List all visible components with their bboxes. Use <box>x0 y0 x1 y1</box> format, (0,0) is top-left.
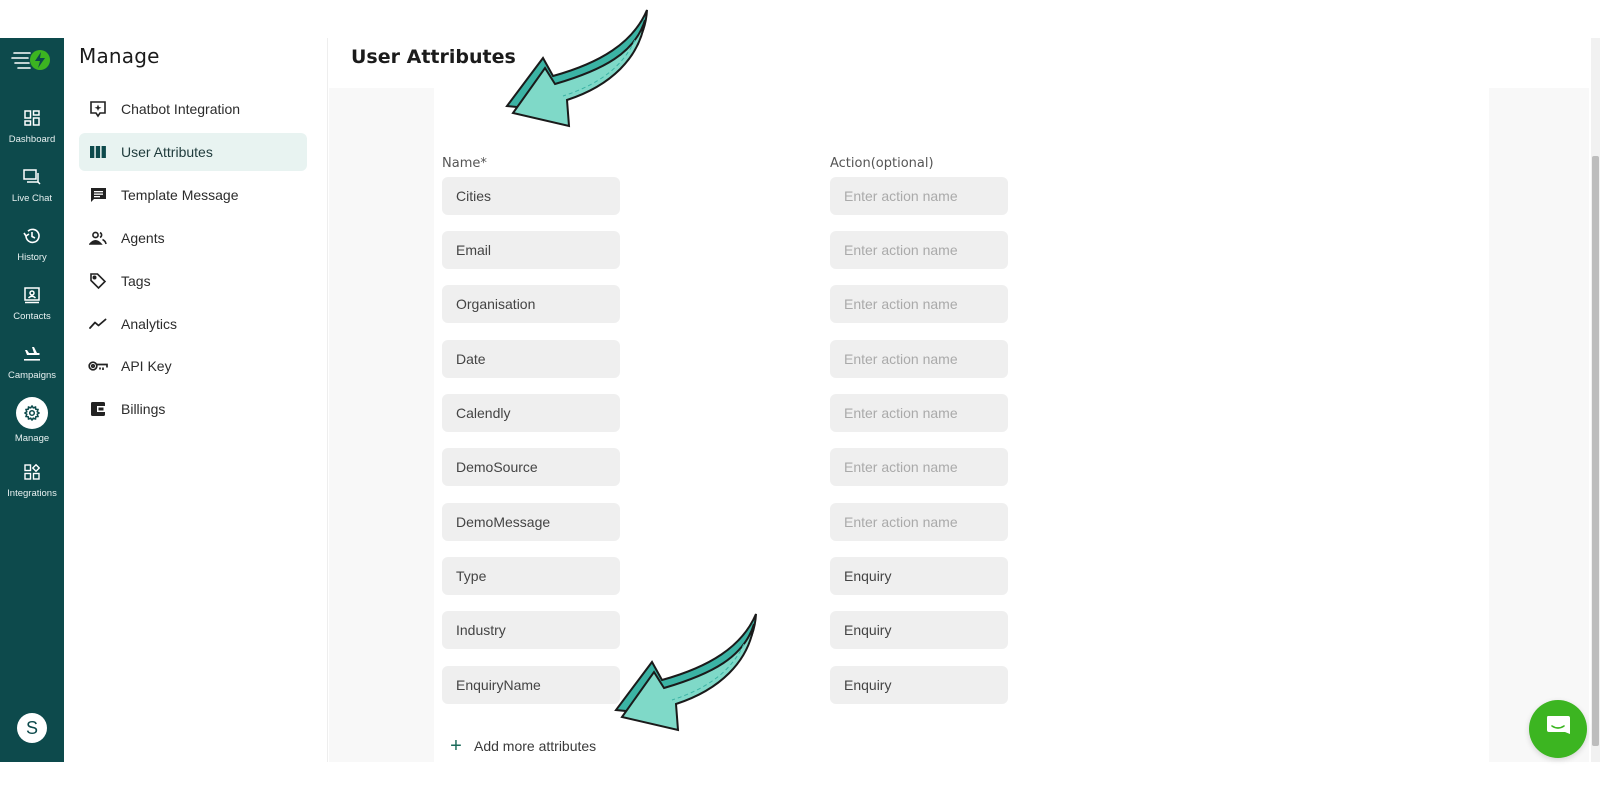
integrations-icon <box>22 462 42 482</box>
dashboard-icon <box>22 108 42 128</box>
attribute-name-input[interactable] <box>442 448 620 486</box>
message-icon <box>88 185 108 205</box>
analytics-icon <box>88 314 108 334</box>
sidebar-item-label: Agents <box>121 230 165 246</box>
rail-item-label: Integrations <box>7 488 57 499</box>
action-column-label: Action(optional) <box>830 156 934 171</box>
attribute-name-input[interactable] <box>442 611 620 649</box>
sidebar-item-tags[interactable]: Tags <box>79 262 307 300</box>
rail-item-label: History <box>17 252 47 263</box>
attribute-action-input[interactable] <box>830 340 1008 378</box>
sidebar-item-api-key[interactable]: API Key <box>79 347 307 385</box>
attribute-action-input[interactable] <box>830 231 1008 269</box>
scrollbar-thumb[interactable] <box>1592 156 1599 746</box>
attribute-action-input[interactable] <box>830 666 1008 704</box>
attribute-name-input[interactable] <box>442 177 620 215</box>
attribute-name-input[interactable] <box>442 503 620 541</box>
rail-item-history[interactable]: History <box>0 222 64 272</box>
columns-icon <box>88 142 108 162</box>
avatar[interactable]: S <box>17 713 47 743</box>
main-content: User Attributes Name* Action(optional) C… <box>329 38 1600 762</box>
attribute-name-input[interactable] <box>442 666 620 704</box>
add-more-attributes-button[interactable]: + Add more attributes <box>448 735 597 757</box>
manage-sidebar: Manage Chatbot Integration User Attribut… <box>64 38 328 762</box>
attribute-name-input[interactable] <box>442 231 620 269</box>
sidebar-item-label: API Key <box>121 358 172 374</box>
attribute-action-input[interactable] <box>830 285 1008 323</box>
rail-item-integrations[interactable]: Integrations <box>0 458 64 508</box>
page-title: User Attributes <box>351 46 516 68</box>
attribute-action-input[interactable] <box>830 503 1008 541</box>
attribute-action-input[interactable] <box>830 611 1008 649</box>
agents-icon <box>88 228 108 248</box>
sidebar-item-label: Billings <box>121 401 166 417</box>
sidebar-item-label: Chatbot Integration <box>121 101 241 117</box>
attribute-action-input[interactable] <box>830 557 1008 595</box>
icon-rail: Dashboard Live Chat History Contacts Cam <box>0 38 64 762</box>
gear-icon <box>16 397 48 429</box>
sidebar-item-chatbot-integration[interactable]: Chatbot Integration <box>79 90 307 128</box>
sidebar-item-label: Template Message <box>121 187 239 203</box>
plus-icon: + <box>450 735 462 757</box>
sidebar-item-label: Analytics <box>121 316 178 332</box>
chat-bubble-icon <box>1545 714 1571 745</box>
sidebar-item-analytics[interactable]: Analytics <box>79 305 307 343</box>
sidebar-item-agents[interactable]: Agents <box>79 219 307 257</box>
rail-item-label: Campaigns <box>7 370 57 381</box>
live-chat-icon <box>22 167 42 187</box>
rail-item-label: Live Chat <box>11 193 53 204</box>
rail-item-campaigns[interactable]: Campaigns <box>0 340 64 390</box>
sidebar-item-billings[interactable]: Billings <box>79 390 307 428</box>
add-more-attributes-label: Add more attributes <box>474 738 597 754</box>
attribute-action-input[interactable] <box>830 177 1008 215</box>
attribute-name-input[interactable] <box>442 394 620 432</box>
attribute-action-input[interactable] <box>830 394 1008 432</box>
sidebar-item-label: Tags <box>121 273 151 289</box>
rail-item-dashboard[interactable]: Dashboard <box>0 104 64 154</box>
contacts-icon <box>22 285 42 305</box>
rail-item-label: Contacts <box>13 311 51 322</box>
chatbot-icon <box>88 99 108 119</box>
sidebar-title: Manage <box>79 44 160 68</box>
campaigns-icon <box>22 344 42 364</box>
chat-widget-button[interactable] <box>1529 700 1587 758</box>
rail-item-label: Manage <box>14 433 50 444</box>
name-column-label: Name* <box>442 156 487 171</box>
attribute-action-input[interactable] <box>830 448 1008 486</box>
tag-icon <box>88 271 108 291</box>
key-icon <box>88 356 108 376</box>
attribute-name-input[interactable] <box>442 557 620 595</box>
sidebar-item-label: User Attributes <box>121 144 213 160</box>
app: Dashboard Live Chat History Contacts Cam <box>0 38 1600 762</box>
history-icon <box>22 226 42 246</box>
rail-item-manage[interactable]: Manage <box>0 397 64 449</box>
attributes-form: Name* Action(optional) + <box>434 88 1489 762</box>
wallet-icon <box>88 399 108 419</box>
brand-logo-icon[interactable] <box>10 48 54 72</box>
attribute-name-input[interactable] <box>442 285 620 323</box>
sidebar-item-user-attributes[interactable]: User Attributes <box>79 133 307 171</box>
rail-item-contacts[interactable]: Contacts <box>0 281 64 331</box>
rail-item-label: Dashboard <box>8 134 56 145</box>
attribute-name-input[interactable] <box>442 340 620 378</box>
sidebar-item-template-message[interactable]: Template Message <box>79 176 307 214</box>
rail-item-live-chat[interactable]: Live Chat <box>0 163 64 213</box>
